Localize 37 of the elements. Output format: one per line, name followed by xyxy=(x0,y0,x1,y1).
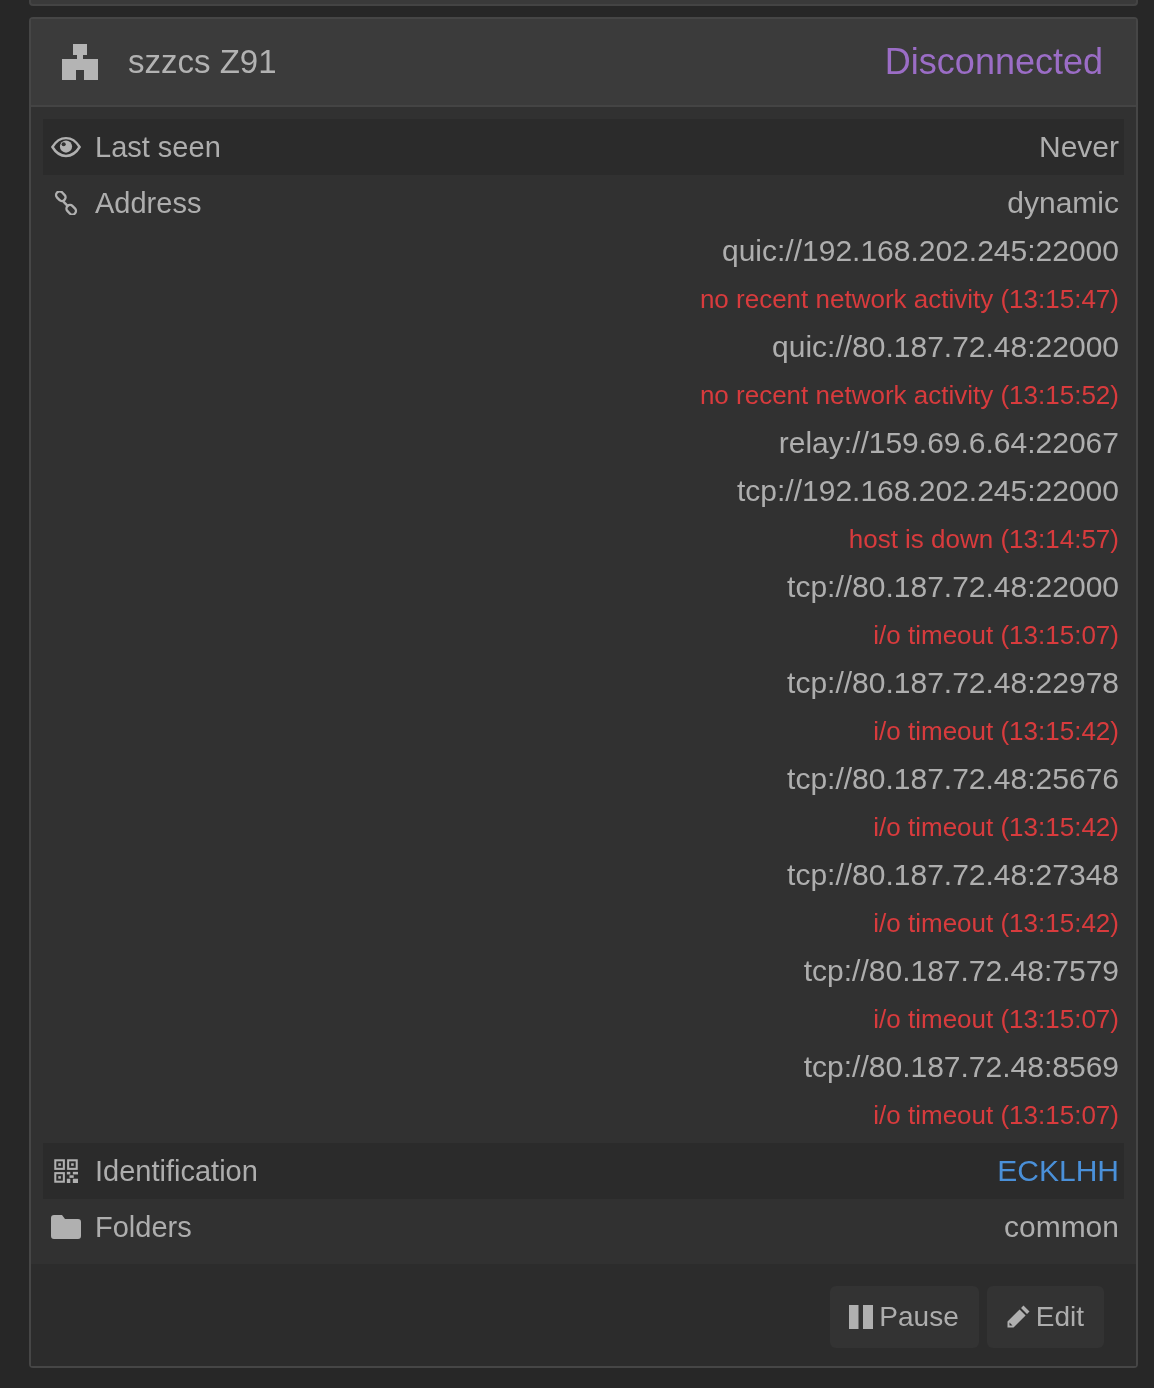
field-label: Identification xyxy=(95,1154,258,1188)
address-text: relay://159.69.6.64:22067 xyxy=(778,426,1119,459)
address-text: tcp://80.187.72.48:25676 xyxy=(787,762,1119,795)
address-text: dynamic xyxy=(1007,186,1119,219)
address-text: quic://192.168.202.245:22000 xyxy=(721,234,1119,267)
error-message: i/o timeout (13:15:07) xyxy=(873,620,1119,650)
connection-status: Disconnected xyxy=(884,41,1103,83)
device-id-link[interactable]: ECKLHH xyxy=(997,1147,1119,1195)
error-message: i/o timeout (13:15:07) xyxy=(873,1100,1119,1130)
pause-icon xyxy=(849,1305,874,1329)
device-name: szzcs Z91 xyxy=(128,43,277,81)
address-text: tcp://80.187.72.48:22000 xyxy=(787,570,1119,603)
error-message: no recent network activity (13:15:47) xyxy=(699,284,1119,314)
hierarchy-icon xyxy=(62,44,98,80)
address-text: tcp://80.187.72.48:22978 xyxy=(787,666,1119,699)
field-label: Last seen xyxy=(95,130,221,164)
pause-button[interactable]: Pause xyxy=(830,1286,979,1348)
address-text: quic://80.187.72.48:22000 xyxy=(772,330,1119,363)
edit-button[interactable]: Edit xyxy=(986,1286,1104,1348)
address-text: tcp://80.187.72.48:8569 xyxy=(803,1050,1119,1083)
address-text: tcp://192.168.202.245:22000 xyxy=(737,474,1119,507)
field-value: common xyxy=(1003,1209,1119,1245)
error-message: no recent network activity (13:15:52) xyxy=(699,380,1119,410)
field-label: Address xyxy=(95,186,202,220)
error-message: host is down (13:14:57) xyxy=(848,524,1119,554)
eye-icon xyxy=(51,135,81,159)
qr-code-icon xyxy=(51,1159,81,1183)
field-value: Never xyxy=(1038,129,1119,165)
address-text: tcp://80.187.72.48:7579 xyxy=(803,954,1119,987)
field-label: Folders xyxy=(95,1210,192,1244)
folder-icon xyxy=(51,1215,81,1239)
error-message: i/o timeout (13:15:42) xyxy=(873,908,1119,938)
address-text: tcp://80.187.72.48:27348 xyxy=(787,858,1119,891)
pencil-icon xyxy=(1005,1305,1030,1329)
error-message: i/o timeout (13:15:42) xyxy=(873,716,1119,746)
error-message: i/o timeout (13:15:07) xyxy=(873,1004,1119,1034)
error-message: i/o timeout (13:15:42) xyxy=(873,812,1119,842)
